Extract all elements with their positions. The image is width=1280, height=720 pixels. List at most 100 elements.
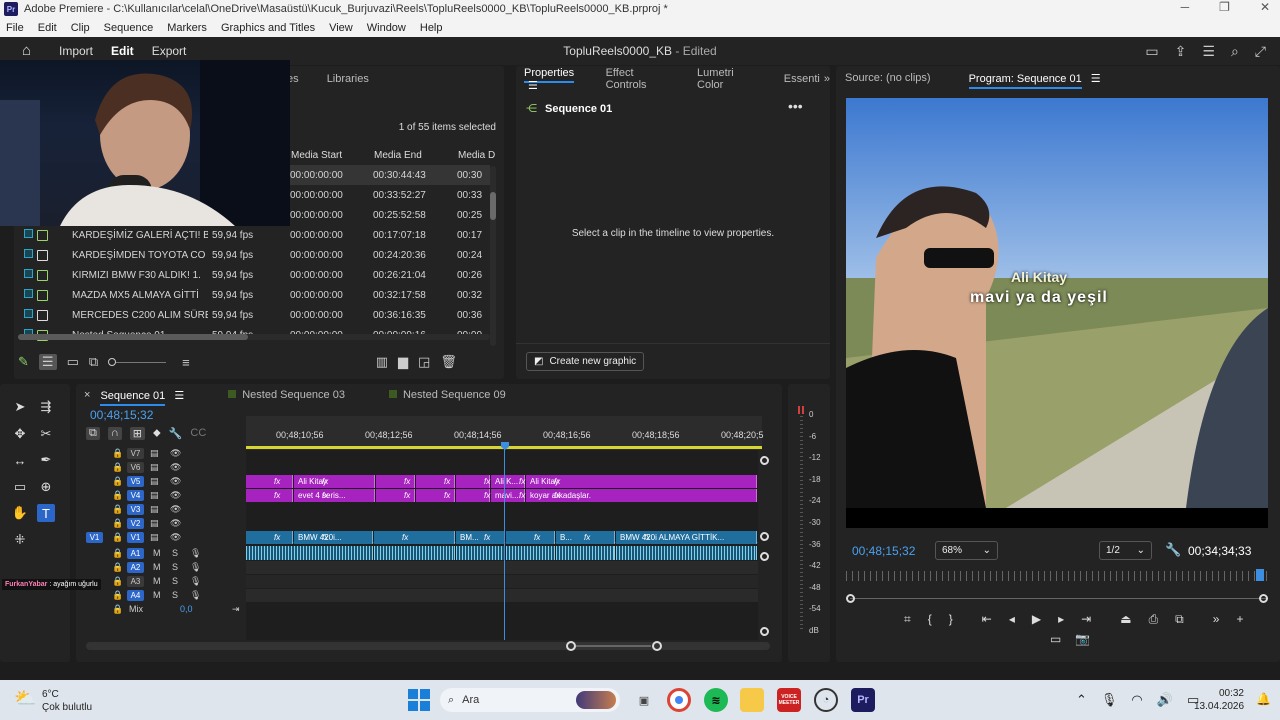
home-icon[interactable]: ⌂: [22, 42, 31, 59]
eye-icon[interactable]: 👁: [170, 490, 181, 501]
lock-icon[interactable]: 🔒: [112, 462, 123, 473]
taskbar-search[interactable]: ⌕ Ara: [440, 688, 620, 712]
microphone-icon[interactable]: 🎙: [190, 548, 201, 559]
eye-icon[interactable]: 👁: [170, 462, 181, 473]
linked-selection-icon[interactable]: ∩: [107, 427, 122, 440]
type-tool-icon[interactable]: T: [37, 504, 55, 522]
lock-icon[interactable]: 🔒: [112, 476, 123, 487]
more-controls-icon[interactable]: »: [1213, 612, 1220, 627]
selection-tool-icon[interactable]: ➤: [11, 398, 29, 416]
title-clip-v5[interactable]: [246, 475, 293, 488]
lock-icon[interactable]: 🔒: [112, 562, 123, 573]
program-timecode[interactable]: 00;48;15;32: [852, 544, 915, 558]
solo-button[interactable]: S: [172, 590, 178, 600]
rectangle-tool-icon[interactable]: ▭: [11, 478, 29, 496]
vscroll-handle-top[interactable]: [760, 456, 769, 465]
vscroll-handle-bottom[interactable]: [760, 627, 769, 636]
lock-icon[interactable]: 🔒: [112, 490, 123, 501]
project-scrollbar[interactable]: [490, 166, 496, 346]
menu-graphics[interactable]: Graphics and Titles: [221, 22, 315, 34]
eye-icon[interactable]: 👁: [170, 448, 181, 459]
timeline-timecode[interactable]: 00;48;15;32: [90, 408, 153, 422]
eye-icon[interactable]: 👁: [170, 532, 181, 543]
compare-icon[interactable]: ⧉: [1175, 612, 1184, 627]
menu-edit[interactable]: Edit: [38, 22, 57, 34]
clock[interactable]: 00:32 13.04.2026: [1194, 687, 1244, 713]
zoom-handle-left[interactable]: [846, 594, 855, 603]
obs-icon[interactable]: ◔: [814, 688, 838, 712]
title-clip-v4[interactable]: evet 4 seris...: [294, 489, 375, 502]
lock-icon[interactable]: 🔒: [112, 532, 123, 543]
notification-icon[interactable]: 🔔: [1256, 692, 1271, 706]
audio-clip-a1[interactable]: [246, 546, 373, 560]
nest-icon[interactable]: ⊞: [129, 427, 145, 440]
maximize-icon[interactable]: ❐: [1219, 0, 1230, 14]
zoom-handle-right[interactable]: [1259, 594, 1268, 603]
menu-markers[interactable]: Markers: [167, 22, 207, 34]
microphone-icon[interactable]: 🎙: [190, 562, 201, 573]
weather-desc[interactable]: Çok bulutlu: [42, 701, 92, 714]
go-to-in-icon[interactable]: ⇤: [982, 612, 992, 627]
minimize-icon[interactable]: ─: [1181, 0, 1190, 14]
panel-icon[interactable]: ▭: [1145, 43, 1158, 60]
lock-icon[interactable]: 🔒: [112, 518, 123, 529]
razor-tool-icon[interactable]: ✂: [37, 425, 55, 443]
mark-in-icon[interactable]: {: [928, 612, 932, 627]
icon-view-icon[interactable]: ▭: [67, 354, 79, 370]
tab-nested-sequence-09[interactable]: Nested Sequence 09: [359, 389, 520, 401]
program-zoom-bar[interactable]: [850, 598, 1268, 599]
timeline-hscroll[interactable]: [86, 641, 770, 651]
sync-lock-icon[interactable]: ▤: [150, 476, 159, 487]
create-new-graphic-button[interactable]: ◩ Create new graphic: [526, 352, 645, 371]
tab-libraries[interactable]: Libraries: [313, 73, 383, 85]
lift-icon[interactable]: ⏏: [1120, 612, 1131, 627]
sync-lock-icon[interactable]: ▤: [150, 490, 159, 501]
start-icon[interactable]: [408, 689, 430, 711]
program-playhead[interactable]: [1256, 569, 1264, 581]
lock-icon[interactable]: 🔒: [112, 548, 123, 559]
step-forward-icon[interactable]: ▸: [1058, 612, 1064, 627]
new-bin-icon[interactable]: ▆: [398, 354, 408, 370]
extract-icon[interactable]: ⎙: [1149, 612, 1159, 627]
captions-icon[interactable]: CC: [190, 427, 206, 440]
label-color-swatch[interactable]: [24, 309, 33, 318]
media-row[interactable]: KIRMIZI BMW F30 ALDIK! 1. 59,94 fps 00:00:…: [20, 265, 490, 285]
hand-tool-icon[interactable]: ✋: [11, 504, 29, 522]
audio-track-lane[interactable]: [246, 561, 758, 574]
weather-temp[interactable]: 6°C: [42, 688, 92, 701]
label-color-swatch[interactable]: [24, 249, 33, 258]
title-clip-v4[interactable]: [246, 489, 293, 502]
media-row[interactable]: MERCEDES C200 ALIM SÜRE 59,94 fps 00:00:00…: [20, 305, 490, 325]
wrench-icon[interactable]: 🔧: [1165, 542, 1181, 558]
track-select-icon[interactable]: ⇶: [37, 398, 55, 416]
audio-clip-a1[interactable]: [374, 546, 455, 560]
source-patch-v1[interactable]: V1: [86, 531, 103, 543]
workspace-menu-icon[interactable]: ☰: [1202, 43, 1215, 60]
media-row[interactable]: MAZDA MX5 ALMAYA GİTTİ 59,94 fps 00:00:00:…: [20, 285, 490, 305]
sync-lock-icon[interactable]: ▤: [150, 518, 159, 529]
trash-icon[interactable]: 🗑: [440, 354, 457, 370]
video-clip-v1[interactable]: [506, 531, 555, 544]
snap-icon[interactable]: ⧉: [86, 427, 100, 440]
add-button-icon[interactable]: +: [1236, 612, 1243, 627]
program-mini-ruler[interactable]: [846, 571, 1268, 581]
track-target[interactable]: V6: [127, 461, 144, 473]
menu-window[interactable]: Window: [367, 22, 406, 34]
lock-icon[interactable]: 🔒: [112, 604, 123, 615]
tab-nested-sequence-03[interactable]: Nested Sequence 03: [198, 389, 359, 401]
nav-import[interactable]: Import: [59, 44, 93, 58]
video-clip-v1[interactable]: BMW 420i ALMAYA GİTTİK...: [616, 531, 757, 544]
menu-file[interactable]: File: [6, 22, 24, 34]
task-view-icon[interactable]: ▣: [632, 688, 656, 712]
vscroll-handle-audio[interactable]: [760, 552, 769, 561]
track-target[interactable]: A2: [127, 561, 144, 573]
lock-icon[interactable]: 🔒: [112, 590, 123, 601]
lock-icon[interactable]: 🔒: [112, 576, 123, 587]
timeline-settings-icon[interactable]: 🔧: [169, 427, 183, 440]
tab-effect-controls[interactable]: Effect Controls: [592, 67, 677, 91]
add-marker-icon[interactable]: ⌗: [904, 612, 911, 627]
title-clip-v5[interactable]: Ali Kitay: [294, 475, 375, 488]
auto-reframe-icon[interactable]: ⁜: [11, 531, 29, 549]
media-row[interactable]: KARDEŞİMDEN TOYOTA CO 59,94 fps 00:00:00:0…: [20, 245, 490, 265]
track-target[interactable]: V5: [127, 475, 144, 487]
